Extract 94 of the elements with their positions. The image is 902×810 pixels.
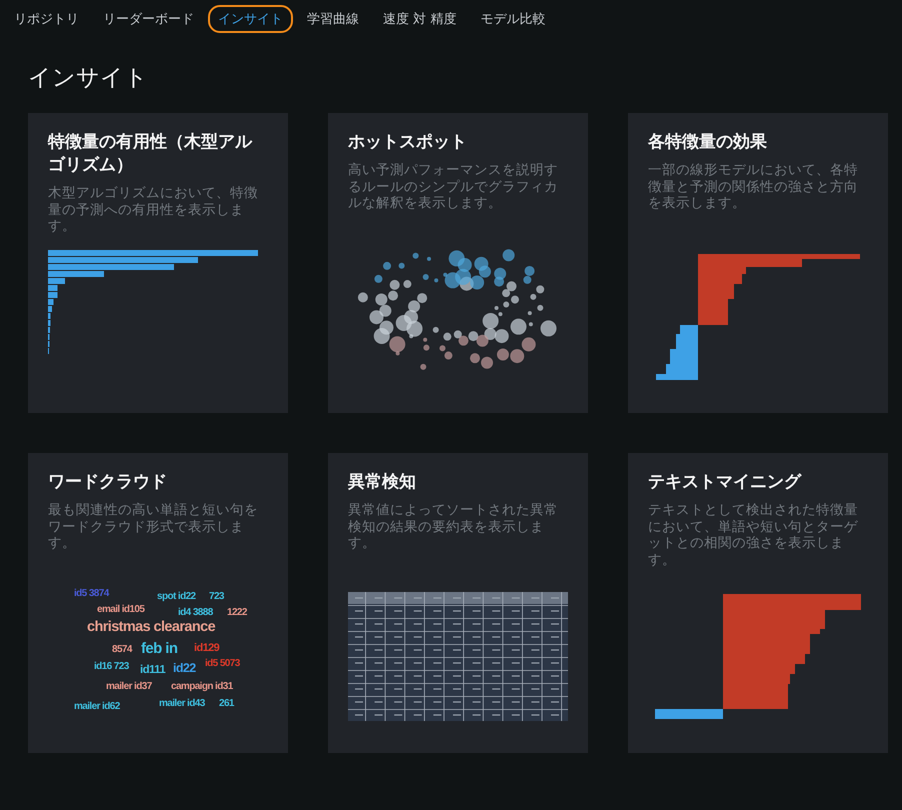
word-cloud-word: feb in bbox=[141, 641, 178, 658]
word-cloud-word: email id105 bbox=[97, 604, 144, 615]
card-title: ホットスポット bbox=[348, 131, 468, 154]
scatter-point bbox=[494, 329, 509, 344]
card-description: 一部の線形モデルにおいて、各特徴量と予測の関係性の強さと方向を表示します。 bbox=[648, 162, 859, 212]
scatter-point bbox=[502, 249, 515, 262]
scatter-point bbox=[422, 274, 429, 280]
card-description: 最も関連性の高い単語と短い句をワードクラウド形式で表示します。 bbox=[48, 502, 259, 552]
scatter-point bbox=[398, 262, 405, 269]
scatter-point bbox=[510, 296, 519, 304]
scatter-point bbox=[494, 268, 506, 280]
word-cloud-word: id16 723 bbox=[94, 661, 129, 672]
word-cloud-word: id129 bbox=[194, 642, 220, 654]
scatter-point bbox=[506, 281, 516, 292]
nav-tab[interactable]: リポジトリ bbox=[4, 4, 89, 32]
scatter-point bbox=[374, 328, 390, 344]
card-description: 木型アルゴリズムにおいて、特徴量の予測への有用性を表示します。 bbox=[48, 185, 259, 234]
word-cloud-word: 261 bbox=[219, 698, 234, 709]
insight-card[interactable]: 異常検知 異常値によってソートされた異常検知の結果の要約表を表示します。 bbox=[328, 453, 588, 753]
scatter-point bbox=[417, 293, 428, 304]
word-cloud-word: mailer id43 bbox=[159, 698, 205, 709]
scatter-point bbox=[496, 348, 509, 361]
scatter-point bbox=[427, 256, 431, 261]
nav-tab[interactable]: モデル比較 bbox=[470, 4, 556, 32]
nav-tab[interactable]: リーダーボード bbox=[93, 4, 204, 32]
scatter-point bbox=[412, 252, 419, 259]
insight-card[interactable]: 各特徴量の効果 一部の線形モデルにおいて、各特徴量と予測の関係性の強さと方向を表示します。 bbox=[628, 113, 888, 413]
card-title: テキストマイニング bbox=[648, 471, 803, 494]
card-description: 異常値によってソートされた異常検知の結果の要約表を表示します。 bbox=[348, 502, 559, 552]
scatter-point bbox=[476, 334, 488, 347]
word-cloud-word: id5 3874 bbox=[74, 588, 109, 599]
scatter-point bbox=[375, 294, 388, 306]
card-title: 特徴量の有用性（木型アルゴリズム） bbox=[48, 131, 254, 177]
scatter-point bbox=[454, 330, 462, 338]
word-cloud-word: id4 3888 bbox=[178, 607, 213, 618]
scatter-point bbox=[470, 353, 480, 364]
word-cloud-word: campaign id31 bbox=[171, 681, 233, 692]
nav-tab[interactable]: 速度 対 精度 bbox=[373, 4, 466, 32]
scatter-point bbox=[374, 274, 382, 283]
card-description: テキストとして検出された特徴量において、単語や短い句とターゲットとの相関の強さを表示します。 bbox=[648, 502, 859, 568]
word-cloud-word: 8574 bbox=[112, 644, 132, 655]
scatter-point bbox=[522, 337, 536, 352]
scatter-point bbox=[528, 311, 532, 316]
scatter-point bbox=[383, 262, 392, 270]
card-title: 各特徴量の効果 bbox=[648, 131, 768, 154]
scatter-point bbox=[458, 336, 468, 346]
scatter-point bbox=[396, 315, 412, 332]
scatter-point bbox=[408, 300, 420, 312]
scatter-point bbox=[481, 356, 493, 369]
scatter-point bbox=[474, 256, 488, 271]
scatter-point bbox=[358, 292, 368, 302]
scatter-point bbox=[540, 320, 556, 336]
scatter-point bbox=[537, 304, 544, 311]
scatter-point bbox=[443, 332, 452, 341]
scatter-point bbox=[536, 285, 544, 294]
scatter-point bbox=[510, 318, 526, 335]
word-cloud-word: id111 bbox=[140, 664, 166, 677]
scatter-point bbox=[455, 268, 472, 285]
word-cloud-word: mailer id37 bbox=[106, 681, 152, 692]
word-cloud-word: mailer id62 bbox=[74, 701, 120, 712]
scatter-point bbox=[448, 250, 465, 266]
scatter-point bbox=[494, 306, 498, 310]
scatter-point bbox=[468, 331, 478, 342]
scatter-point bbox=[388, 290, 398, 301]
nav-tab[interactable]: 学習曲線 bbox=[297, 4, 369, 32]
card-description: 高い予測パフォーマンスを説明するルールのシンプルでグラフィカルな解釈を表示します。 bbox=[348, 162, 559, 212]
word-cloud-word: spot id22 bbox=[157, 591, 196, 602]
page-title: インサイト bbox=[28, 64, 149, 93]
card-title: 異常検知 bbox=[348, 471, 417, 494]
scatter-point bbox=[434, 278, 438, 282]
word-cloud-word: 723 bbox=[209, 591, 224, 602]
insight-card[interactable]: 特徴量の有用性（木型アルゴリズム） 木型アルゴリズムにおいて、特徴量の予測への有用性を表示します。 bbox=[28, 113, 288, 413]
scatter-point bbox=[524, 266, 535, 276]
nav-tab[interactable]: インサイト bbox=[208, 4, 293, 32]
card-title: ワードクラウド bbox=[48, 471, 168, 494]
scatter-point bbox=[432, 326, 439, 333]
scatter-point bbox=[370, 310, 384, 324]
word-cloud-word: 1222 bbox=[227, 607, 247, 618]
word-cloud-word: id5 5073 bbox=[205, 658, 240, 669]
scatter-point bbox=[444, 352, 452, 360]
scatter-point bbox=[403, 280, 412, 288]
scatter-point bbox=[420, 364, 426, 370]
scatter-point bbox=[390, 280, 400, 290]
scatter-point bbox=[528, 322, 533, 326]
scatter-point bbox=[470, 276, 484, 290]
word-cloud-word: id22 bbox=[173, 662, 196, 676]
scatter-point bbox=[423, 344, 430, 351]
word-cloud-word: christmas clearance bbox=[87, 620, 216, 636]
scatter-point bbox=[523, 276, 532, 284]
insight-card[interactable]: テキストマイニング テキストとして検出された特徴量において、単語や短い句とターゲットとの相関の強さを表示します。 bbox=[628, 453, 888, 753]
scatter-point bbox=[502, 289, 510, 298]
scatter-point bbox=[510, 349, 524, 364]
insight-card[interactable]: ホットスポット 高い予測パフォーマンスを説明するルールのシンプルでグラフィカルな解釈を表示します。 bbox=[328, 113, 588, 413]
scatter-point bbox=[379, 304, 392, 317]
